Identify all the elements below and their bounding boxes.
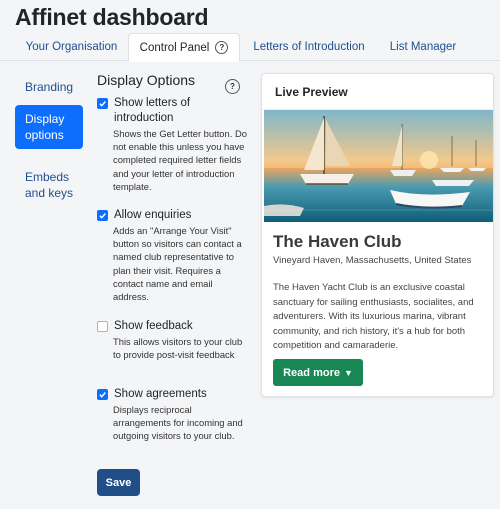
tab-label: Letters of Introduction — [253, 41, 365, 53]
tab-label: Your Organisation — [25, 41, 118, 53]
club-description: The Haven Yacht Club is an exclusive coa… — [273, 282, 474, 351]
tab-letters-of-introduction[interactable]: Letters of Introduction — [240, 33, 378, 61]
page-title: Affinet dashboard — [15, 4, 209, 30]
tab-your-organisation[interactable]: Your Organisation — [15, 33, 128, 61]
tab-list-manager[interactable]: List Manager — [378, 33, 468, 61]
show-agreements-checkbox[interactable] — [97, 389, 108, 400]
tab-label: List Manager — [389, 41, 457, 53]
option-allow-enquiries: Allow enquiries Adds an "Arrange Your Vi… — [97, 208, 249, 303]
sidebar-item-embeds-and-keys[interactable]: Embeds and keys — [15, 169, 93, 201]
option-show-letters: Show letters of introduction Shows the G… — [97, 96, 249, 193]
show-feedback-checkbox[interactable] — [97, 321, 108, 332]
club-name: The Haven Club — [273, 232, 402, 251]
club-location: Vineyard Haven, Massachusetts, United St… — [273, 255, 472, 266]
tab-control-panel[interactable]: Control Panel ? — [128, 33, 240, 62]
help-icon[interactable]: ? — [215, 41, 229, 54]
option-show-feedback: Show feedback This allows visitors to yo… — [97, 319, 249, 361]
tab-label: Control Panel — [139, 41, 210, 54]
option-description: Shows the Get Letter button. Do not enab… — [113, 128, 247, 192]
option-description: Adds an "Arrange Your Visit" button so v… — [113, 225, 242, 303]
live-preview-card: Live Preview The Haven Club Vineyard Hav… — [261, 73, 494, 397]
sidebar-item-branding[interactable]: Branding — [15, 80, 110, 94]
option-description: Displays reciprocal arrangements for inc… — [113, 404, 243, 442]
sidebar-item-display-options[interactable]: Display options — [15, 105, 83, 149]
sidebar-item-label: Branding — [25, 80, 74, 94]
option-show-agreements: Show agreements Displays reciprocal arra… — [97, 387, 249, 443]
sidebar-item-label: Embeds and keys — [25, 170, 74, 200]
tab-bar: Your Organisation Control Panel ? Letter… — [0, 33, 500, 62]
read-more-button[interactable]: Read more ▼ — [273, 359, 363, 386]
allow-enquiries-checkbox[interactable] — [97, 210, 108, 221]
read-more-label: Read more — [283, 366, 340, 379]
option-label: Allow enquiries — [114, 209, 192, 221]
save-button[interactable]: Save — [97, 469, 140, 496]
caret-down-icon: ▼ — [343, 367, 353, 378]
live-preview-header: Live Preview — [262, 74, 493, 110]
display-options-title: Display Options — [97, 72, 196, 88]
club-image — [264, 110, 493, 222]
option-description: This allows visitors to your club to pro… — [113, 336, 243, 361]
sidebar-item-label: Display options — [25, 112, 65, 142]
option-label: Show feedback — [114, 320, 193, 332]
help-icon[interactable]: ? — [225, 79, 240, 94]
option-label: Show letters of introduction — [114, 97, 191, 124]
option-label: Show agreements — [114, 388, 207, 400]
show-letters-checkbox[interactable] — [97, 98, 108, 109]
